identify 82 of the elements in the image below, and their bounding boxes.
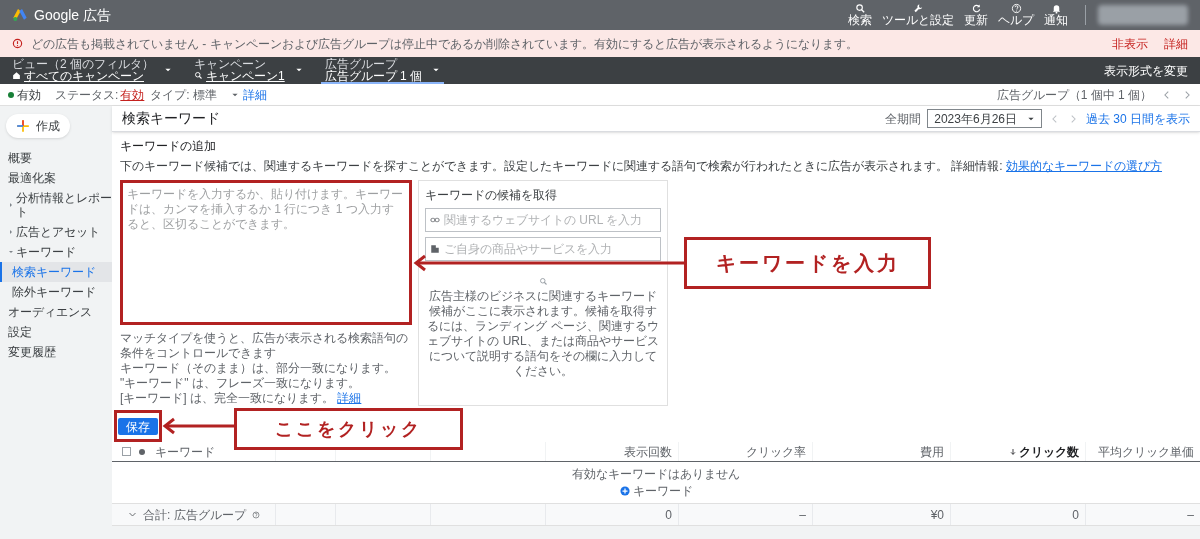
empty-message: 有効なキーワードはありません — [572, 466, 740, 482]
table-cell-text: 0 — [665, 506, 672, 524]
logo-icon — [12, 7, 28, 23]
sidebar-item[interactable]: オーディエンス — [0, 302, 112, 322]
plus-icon — [16, 119, 30, 133]
sidebar-item[interactable]: 分析情報とレポート — [0, 188, 112, 222]
sidebar-item[interactable]: 変更履歴 — [0, 342, 112, 362]
table-cell-text: ¥0 — [930, 506, 944, 524]
chevron-down-icon — [128, 510, 137, 519]
toolbar-button[interactable]: 検索 — [848, 3, 872, 27]
period-label: 全期間 — [885, 110, 922, 128]
filter-label: ステータス: — [55, 86, 119, 104]
sidebar-item[interactable]: キーワード — [0, 242, 112, 262]
description-text: 下のキーワード候補では、関連するキーワードを探すことができます。設定したキーワードに関連する語句で検索が行われたときに広告が表示されます。 詳細情報: 効果的なキーワードの選び方 — [120, 158, 1163, 174]
page-title: 検索キーワード — [122, 109, 220, 128]
column-header: キーワード — [155, 443, 215, 461]
alert-link[interactable]: 非表示 — [1112, 34, 1148, 53]
filter-type: タイプ: 標準 — [150, 86, 217, 104]
product-name: Google 広告 — [34, 5, 112, 25]
sidebar-item[interactable]: 広告とアセット — [0, 222, 112, 242]
search-icon — [538, 277, 548, 286]
toolbar-button[interactable]: 通知 — [1044, 3, 1068, 27]
breadcrumb-item[interactable]: キャンペーン キャンペーン1 — [190, 57, 307, 84]
checkbox[interactable] — [122, 447, 131, 456]
status-chip[interactable]: 有効 — [8, 85, 41, 104]
column-header[interactable]: 費用 — [920, 442, 944, 461]
pager-text: 広告グループ（1 個中 1 個） — [996, 86, 1152, 104]
table-cell-text: 0 — [1072, 506, 1079, 524]
sort-arrow-icon — [1009, 447, 1017, 456]
create-button[interactable]: 作成 — [6, 114, 70, 138]
toolbar-button[interactable]: ヘルプ — [998, 3, 1034, 27]
section-heading: キーワードの追加 — [120, 138, 217, 154]
sidebar-item[interactable]: 概要 — [0, 148, 112, 168]
breadcrumb-item[interactable]: ビュー（2 個のフィルタ） すべてのキャンペーン — [8, 57, 176, 84]
keyword-input-field[interactable]: キーワードを入力するか、貼り付けます。キーワードは、カンマを挿入するか 1 行につき 1 つ入力すると、区切ることができます。 — [120, 180, 412, 325]
suggestion-hint: 広告主様のビジネスに関連するキーワード候補がここに表示されます。候補を取得するには、ランディング ページ、関連するウェブサイトの URL、または商品やサービスについて説明する語句をその欄に入力してください。 — [426, 289, 660, 379]
add-keyword-button[interactable]: キーワード — [619, 483, 693, 499]
caret-right-icon — [8, 229, 14, 235]
total-label: 合計: 広告グループ — [143, 506, 246, 524]
sidebar-item[interactable]: 除外キーワード — [0, 282, 112, 302]
suggestion-field[interactable]: 関連するウェブサイトの URL を入力 — [425, 208, 661, 232]
link-icon — [430, 215, 440, 225]
column-header[interactable]: 平均クリック単価 — [1098, 442, 1194, 461]
sidebar-item[interactable]: 最適化案 — [0, 168, 112, 188]
help-icon — [1010, 3, 1022, 14]
refresh-icon — [970, 3, 982, 14]
view-switch-button[interactable]: 表示形式を変更 — [1104, 61, 1188, 80]
date-dropdown[interactable]: 2023年6月26日 — [927, 109, 1042, 128]
search-icon — [194, 71, 203, 80]
sidebar-item[interactable]: 検索キーワード — [0, 262, 112, 282]
help-icon — [251, 510, 260, 519]
alert-icon — [12, 38, 23, 49]
home-icon — [12, 71, 21, 80]
table-cell-text: – — [799, 506, 806, 524]
sidebar-item[interactable]: 設定 — [0, 322, 112, 342]
search-icon — [854, 3, 866, 14]
details-button[interactable]: 詳細 — [231, 85, 267, 104]
date-range-link[interactable]: 過去 30 日間を表示 — [1086, 109, 1190, 128]
toolbar-button[interactable]: ツールと設定 — [882, 3, 954, 27]
match-type-help: マッチタイプを使うと、広告が表示される検索語句の条件をコントロールできます キーワード（そのまま）は、部分一致になります。 "キーワード" は、フレーズ一致になります。 [キーワード] は、完全一致になります。 詳細 — [120, 331, 409, 406]
caret-right-icon — [8, 202, 14, 208]
help-link[interactable]: 効果的なキーワードの選び方 — [1006, 159, 1162, 173]
caret-down-icon — [8, 249, 14, 255]
toolbar-button[interactable]: 更新 — [964, 3, 988, 27]
alert-link[interactable]: 詳細 — [1164, 34, 1188, 53]
column-header[interactable]: クリック率 — [746, 442, 806, 461]
bell-icon — [1050, 3, 1062, 14]
column-header[interactable]: 表示回数 — [624, 442, 672, 461]
callout-box: キーワードを入力 — [684, 237, 931, 289]
callout-box: ここをクリック — [234, 408, 463, 450]
suggestion-field[interactable]: ご自身の商品やサービスを入力 — [425, 237, 661, 261]
alert-message: どの広告も掲載されていません - キャンペーンおよび広告グループは停止中であるか削除されています。有効にすると広告が表示されるようになります。 — [31, 35, 858, 53]
column-header[interactable]: クリック数 — [1009, 442, 1079, 461]
breadcrumb-item[interactable]: 広告グループ 広告グループ 1 個 — [320, 57, 445, 84]
filter-value: 有効 — [120, 86, 145, 104]
panel-title: キーワードの候補を取得 — [425, 187, 558, 203]
wrench-icon — [912, 3, 924, 14]
building-icon — [430, 244, 440, 254]
plus-circle-icon — [619, 486, 630, 496]
details-link[interactable]: 詳細 — [337, 391, 362, 405]
table-cell-text: – — [1187, 506, 1194, 524]
save-button[interactable]: 保存 — [118, 418, 158, 435]
